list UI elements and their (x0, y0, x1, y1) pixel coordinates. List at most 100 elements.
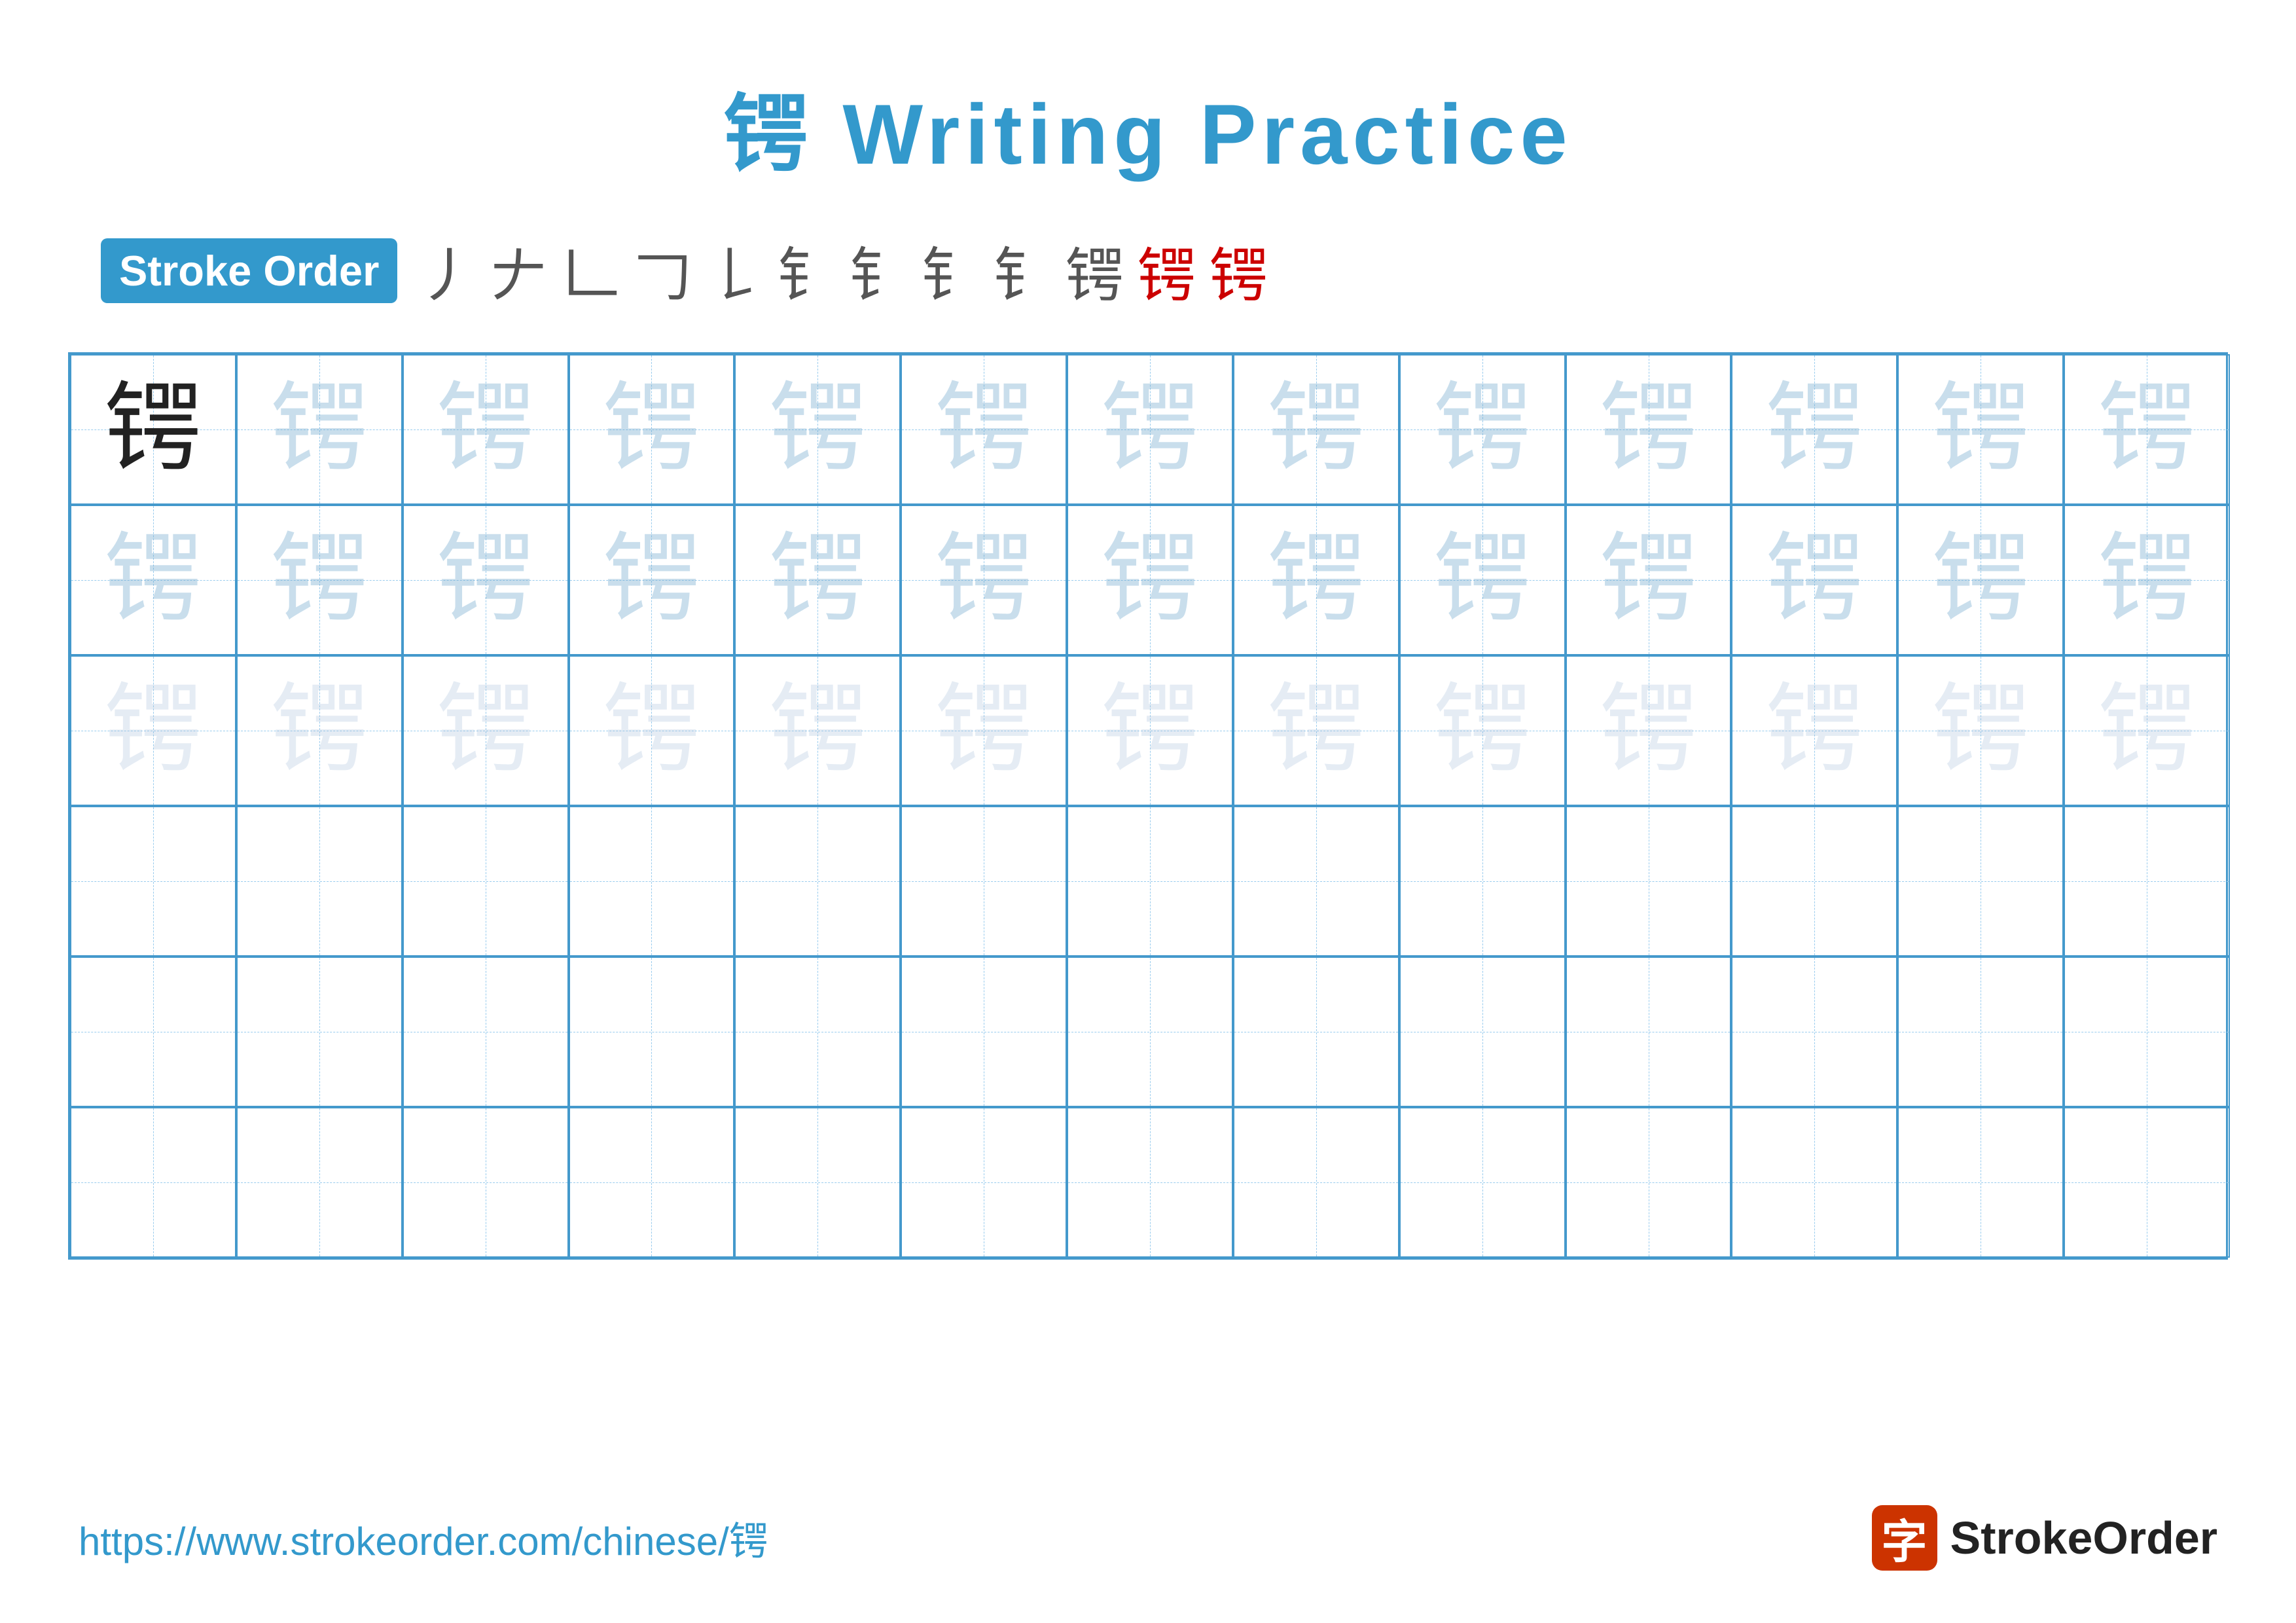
grid-cell: 锷 (403, 505, 569, 655)
grid-cell: 锷 (236, 505, 403, 655)
grid-cell: 锷 (901, 505, 1067, 655)
grid-cell-empty (1399, 1107, 1566, 1258)
grid-cell-empty (403, 806, 569, 957)
grid-cell-empty (1067, 806, 1233, 957)
char-light: 锷 (768, 380, 867, 479)
grid-cell-empty (2064, 806, 2230, 957)
stroke-step-11: 锷 (1137, 228, 1196, 313)
grid-cell-empty (734, 806, 901, 957)
page: 锷 Writing Practice Stroke Order 丿 𠂇 𠃊 𠃌 … (0, 0, 2296, 1623)
grid-cell-empty (1067, 957, 1233, 1107)
char-light: 锷 (1267, 380, 1365, 479)
char-light: 锷 (1931, 380, 2030, 479)
char-light: 锷 (768, 531, 867, 629)
char-lighter: 锷 (1267, 682, 1365, 780)
grid-cell: 锷 (1067, 505, 1233, 655)
grid-cell-empty (70, 957, 236, 1107)
char-lighter: 锷 (1101, 682, 1199, 780)
grid-cell: 锷 (1566, 505, 1732, 655)
grid-cell-empty (1233, 1107, 1399, 1258)
char-lighter: 锷 (1433, 682, 1532, 780)
grid-cell: 锷 (569, 354, 735, 505)
grid-cell-empty (569, 1107, 735, 1258)
char-light: 锷 (935, 380, 1033, 479)
grid-cell-empty (1897, 957, 2064, 1107)
footer-logo: 字 StrokeOrder (1872, 1505, 2217, 1571)
grid-cell-empty (1566, 957, 1732, 1107)
grid-cell-empty (70, 1107, 236, 1258)
char-light: 锷 (1765, 380, 1863, 479)
grid-cell-empty (1731, 957, 1897, 1107)
grid-cell: 锷 (1566, 655, 1732, 806)
char-light: 锷 (270, 380, 368, 479)
grid-cell-empty (1731, 806, 1897, 957)
grid-cell: 锷 (70, 354, 236, 505)
char-lighter: 锷 (1600, 682, 1698, 780)
grid-cell: 锷 (569, 655, 735, 806)
grid-cell: 锷 (2064, 655, 2230, 806)
grid-cell: 锷 (70, 505, 236, 655)
grid-cell-empty (1897, 1107, 2064, 1258)
grid-cell: 锷 (403, 354, 569, 505)
char-light: 锷 (1765, 531, 1863, 629)
grid-cell: 锷 (1731, 505, 1897, 655)
grid-cell: 锷 (1233, 354, 1399, 505)
grid-cell: 锷 (236, 655, 403, 806)
grid-cell: 锷 (236, 354, 403, 505)
stroke-step-10: 锷 (1065, 228, 1124, 313)
char-light: 锷 (437, 380, 535, 479)
char-light: 锷 (270, 531, 368, 629)
stroke-step-3: 𠃊 (561, 228, 620, 313)
grid-cell: 锷 (1566, 354, 1732, 505)
char-light: 锷 (602, 531, 700, 629)
grid-cell: 锷 (734, 655, 901, 806)
char-light: 锷 (1433, 380, 1532, 479)
grid-cell-empty (1566, 1107, 1732, 1258)
stroke-step-1: 丿 (417, 228, 476, 313)
grid-cell-empty (236, 806, 403, 957)
char-light: 锷 (602, 380, 700, 479)
grid-cell-empty (236, 957, 403, 1107)
grid-cell-empty (569, 806, 735, 957)
grid-cell: 锷 (403, 655, 569, 806)
char-light: 锷 (1101, 380, 1199, 479)
grid-cell-empty (734, 1107, 901, 1258)
grid-cell: 锷 (70, 655, 236, 806)
char-lighter: 锷 (2098, 682, 2196, 780)
grid-cell: 锷 (1399, 354, 1566, 505)
grid-cell: 锷 (734, 354, 901, 505)
char-light: 锷 (437, 531, 535, 629)
grid-cell: 锷 (1399, 505, 1566, 655)
stroke-step-7: 钅 (849, 228, 908, 313)
char-light: 锷 (1267, 531, 1365, 629)
grid-cell-empty (734, 957, 901, 1107)
char-light: 锷 (2098, 531, 2196, 629)
grid-cell: 锷 (1897, 655, 2064, 806)
char-light: 锷 (1101, 531, 1199, 629)
grid-cell-empty (901, 957, 1067, 1107)
grid-row-1: 锷 锷 锷 锷 锷 锷 锷 锷 锷 锷 锷 锷 锷 (70, 354, 2226, 505)
grid-row-4 (70, 806, 2226, 957)
char-lighter: 锷 (437, 682, 535, 780)
grid-cell: 锷 (1067, 655, 1233, 806)
grid-cell-empty (1233, 806, 1399, 957)
grid-cell-empty (901, 1107, 1067, 1258)
char-lighter: 锷 (1931, 682, 2030, 780)
grid-cell: 锷 (901, 354, 1067, 505)
grid-cell: 锷 (1233, 655, 1399, 806)
char-lighter: 锷 (270, 682, 368, 780)
char-light: 锷 (1600, 380, 1698, 479)
grid-row-2: 锷 锷 锷 锷 锷 锷 锷 锷 锷 锷 锷 锷 锷 (70, 505, 2226, 655)
grid-cell: 锷 (1731, 354, 1897, 505)
grid-cell-empty (569, 957, 735, 1107)
grid-cell: 锷 (734, 505, 901, 655)
char-dark: 锷 (104, 380, 202, 479)
grid-cell-empty (403, 957, 569, 1107)
stroke-step-4: 𠃌 (633, 228, 692, 313)
grid-cell-empty (236, 1107, 403, 1258)
grid-cell: 锷 (1233, 505, 1399, 655)
char-light: 锷 (1433, 531, 1532, 629)
stroke-order-badge: Stroke Order (101, 238, 397, 303)
logo-text: StrokeOrder (1950, 1512, 2217, 1564)
stroke-order-row: Stroke Order 丿 𠂇 𠃊 𠃌 𠄌 钅 钅 钅 钅 锷 锷 锷 (101, 228, 2195, 313)
